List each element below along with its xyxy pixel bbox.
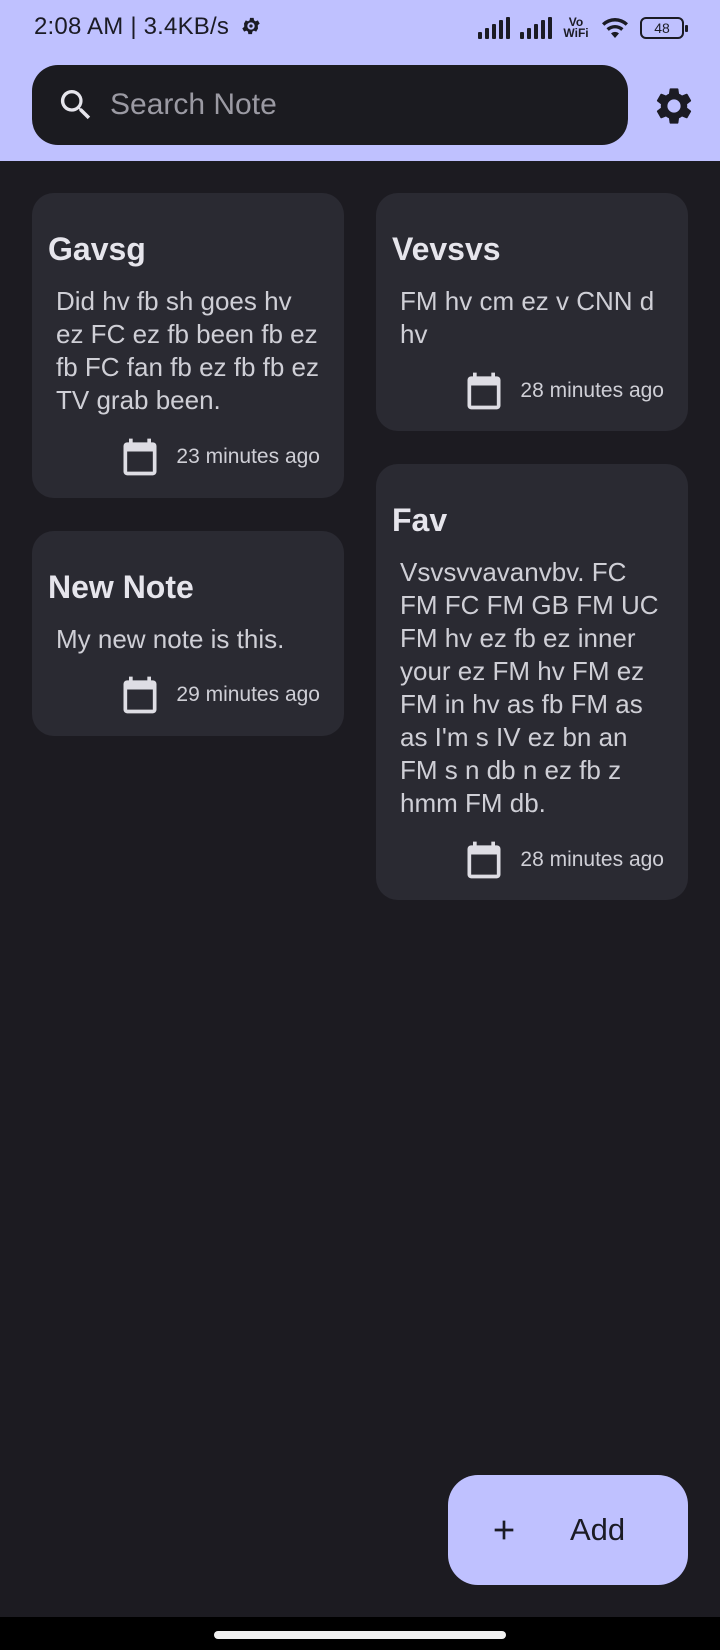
status-time-text: 2:08 AM | 3.4KB/s <box>34 13 230 40</box>
note-card[interactable]: Gavsg Did hv fb sh goes hv ez FC ez fb b… <box>32 193 344 498</box>
calendar-icon <box>467 841 501 879</box>
calendar-icon <box>467 372 501 410</box>
gear-status-icon <box>242 17 260 35</box>
note-body: Did hv fb sh goes hv ez FC ez fb been fb… <box>56 286 320 415</box>
note-title: New Note <box>48 569 194 605</box>
status-bar: 2:08 AM | 3.4KB/s Vo WiFi 48 <box>0 0 720 56</box>
note-card[interactable]: New Note My new note is this. 29 minutes… <box>32 531 344 736</box>
status-time: 2:08 AM | 3.4KB/s <box>34 13 262 41</box>
note-title: Fav <box>392 502 448 538</box>
calendar-icon <box>123 676 157 714</box>
status-icons: Vo WiFi 48 <box>478 12 688 44</box>
note-meta: 28 minutes ago <box>462 369 664 413</box>
settings-gear-icon[interactable] <box>652 84 696 128</box>
note-title: Vevsvs <box>392 231 501 267</box>
search-bar[interactable] <box>32 65 628 145</box>
note-meta: 23 minutes ago <box>118 435 320 479</box>
search-icon <box>60 90 91 120</box>
note-meta: 28 minutes ago <box>462 838 664 882</box>
note-meta: 29 minutes ago <box>118 673 320 717</box>
signal-icon <box>478 17 510 39</box>
system-nav-bar <box>0 1617 720 1650</box>
notes-app: 2:08 AM | 3.4KB/s Vo WiFi 48 Search Note… <box>0 0 720 1650</box>
note-body: My new note is this. <box>56 624 285 654</box>
battery-icon: 48 <box>640 17 688 39</box>
note-card[interactable]: Fav Vsvsvvavanvbv. FC FM FC FM GB FM UC … <box>376 464 688 900</box>
search-input[interactable] <box>110 88 590 122</box>
wifi-icon <box>602 18 628 38</box>
add-button-label: Add <box>570 1512 626 1547</box>
note-time: 28 minutes ago <box>520 379 664 402</box>
top-bar: 2:08 AM | 3.4KB/s Vo WiFi 48 <box>0 0 720 161</box>
battery-level: 48 <box>654 20 670 36</box>
note-card[interactable]: Vevsvs FM hv cm ez v CNN d hv 28 minutes… <box>376 193 688 431</box>
note-title: Gavsg <box>48 231 146 267</box>
vowifi-label: Vo WiFi <box>563 15 589 40</box>
note-body: FM hv cm ez v CNN d hv <box>400 286 655 349</box>
home-gesture-handle[interactable] <box>214 1631 506 1639</box>
calendar-icon <box>123 438 157 476</box>
plus-icon <box>494 1520 514 1540</box>
note-time: 23 minutes ago <box>176 445 320 468</box>
note-time: 28 minutes ago <box>520 848 664 871</box>
note-time: 29 minutes ago <box>176 683 320 706</box>
signal-icon-2 <box>520 17 552 39</box>
note-body: Vsvsvvavanvbv. FC FM FC FM GB FM UC FM h… <box>400 557 659 818</box>
add-note-button[interactable]: Add <box>448 1475 688 1585</box>
